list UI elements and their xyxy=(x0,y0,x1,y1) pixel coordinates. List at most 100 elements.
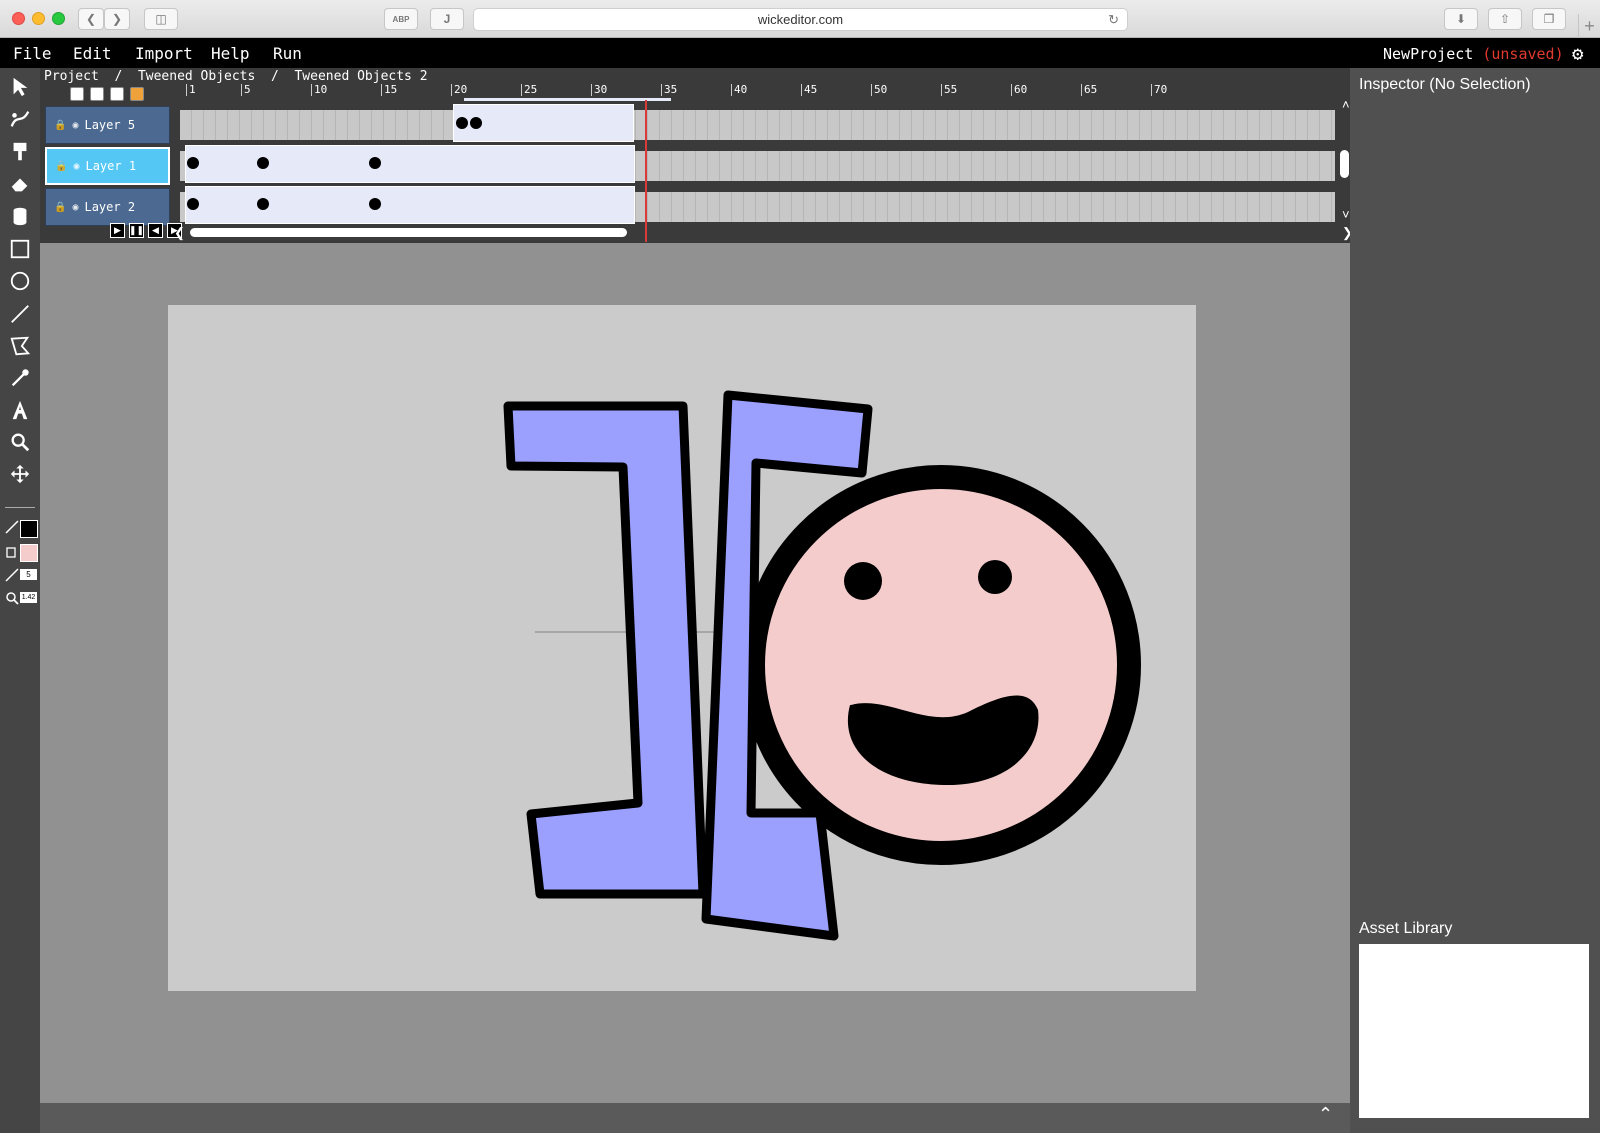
menu-help[interactable]: Help xyxy=(211,44,250,63)
move-icon xyxy=(10,464,30,484)
keyframe[interactable] xyxy=(257,198,269,210)
breadcrumb-tweened-objects-2[interactable]: Tweened Objects 2 xyxy=(294,69,427,84)
tween-frame[interactable] xyxy=(185,145,635,183)
first-frame-button[interactable]: ◀ xyxy=(148,223,163,238)
eye-slash-icon[interactable]: ◉ xyxy=(73,161,79,172)
keyframe[interactable] xyxy=(470,117,482,129)
new-tab-button[interactable]: + xyxy=(1578,14,1600,38)
minimize-window-button[interactable] xyxy=(32,12,45,25)
unsaved-indicator: (unsaved) xyxy=(1482,45,1564,63)
keyframe[interactable] xyxy=(187,198,199,210)
rectangle-tool[interactable] xyxy=(5,234,35,264)
select-tool[interactable] xyxy=(5,72,35,102)
keyframe[interactable] xyxy=(369,157,381,169)
frame-ruler[interactable]: 1 5 10 15 20 25 30 35 40 45 50 55 60 65 … xyxy=(180,84,1350,98)
left-bracket-shape[interactable] xyxy=(503,401,708,899)
chevron-right-icon: ❯ xyxy=(111,12,123,26)
circle-icon xyxy=(10,271,30,291)
play-button[interactable]: ▶ xyxy=(110,223,125,238)
menu-import[interactable]: Import xyxy=(135,44,193,63)
zoom-level-icon xyxy=(5,591,19,605)
delete-layer-icon[interactable] xyxy=(90,87,104,101)
smiley-face-shape[interactable] xyxy=(741,465,1141,865)
project-canvas[interactable] xyxy=(168,305,1196,991)
skip-back-icon: ◀ xyxy=(152,225,159,235)
zoom-window-button[interactable] xyxy=(52,12,65,25)
close-window-button[interactable] xyxy=(12,12,25,25)
timeline-zoom-icon[interactable] xyxy=(130,87,144,101)
stage-area[interactable] xyxy=(40,243,1350,1103)
eye-slash-icon[interactable]: ◉ xyxy=(72,120,78,131)
keyframe[interactable] xyxy=(456,117,468,129)
tween-frame[interactable] xyxy=(185,186,635,224)
layer-controls xyxy=(70,87,144,101)
extension-button[interactable]: J xyxy=(430,8,464,30)
fill-tool[interactable] xyxy=(5,201,35,231)
frames-track-layer-5[interactable] xyxy=(180,110,1335,140)
address-bar[interactable]: wickeditor.com ↻ xyxy=(473,8,1128,31)
pause-button[interactable]: ❚❚ xyxy=(129,223,144,238)
eye-slash-icon[interactable]: ◉ xyxy=(72,202,78,213)
pause-icon: ❚❚ xyxy=(128,225,145,235)
zoom-tool[interactable] xyxy=(5,427,35,457)
lock-icon[interactable]: 🔒 xyxy=(54,202,66,213)
downloads-button[interactable]: ⬇ xyxy=(1444,8,1478,30)
keyframe[interactable] xyxy=(369,198,381,210)
reload-icon[interactable]: ↻ xyxy=(1108,12,1119,28)
text-tool[interactable] xyxy=(5,395,35,425)
timeline-vertical-scrollbar[interactable] xyxy=(1340,150,1349,178)
scrollbar-thumb[interactable] xyxy=(190,228,627,237)
menu-run[interactable]: Run xyxy=(273,44,302,63)
stroke-width-field[interactable]: 5 xyxy=(20,569,37,580)
layer-row-layer-1[interactable]: 🔒 ◉ Layer 1 xyxy=(45,147,170,185)
magnifier-icon xyxy=(11,433,30,452)
forward-button[interactable]: ❯ xyxy=(104,8,130,30)
tabs-button[interactable]: ❐ xyxy=(1532,8,1566,30)
asset-library-list[interactable] xyxy=(1359,944,1589,1118)
ellipse-tool[interactable] xyxy=(5,266,35,296)
layer-row-layer-5[interactable]: 🔒 ◉ Layer 5 xyxy=(45,106,170,144)
breadcrumb-tweened-objects[interactable]: Tweened Objects xyxy=(138,69,255,84)
chevron-up-icon[interactable]: ⌃ xyxy=(1318,1104,1333,1125)
path-tool[interactable] xyxy=(5,104,35,134)
eyedropper-tool[interactable] xyxy=(5,363,35,393)
keyframe[interactable] xyxy=(187,157,199,169)
line-tool[interactable] xyxy=(5,299,35,329)
stroke-width-icon xyxy=(5,568,19,582)
onion-skin-icon[interactable] xyxy=(110,87,124,101)
layer-name: Layer 1 xyxy=(85,159,137,173)
polygon-tool[interactable] xyxy=(5,331,35,361)
timeline-horizontal-scrollbar[interactable]: ❮ ❯ xyxy=(174,226,1353,240)
menu-edit[interactable]: Edit xyxy=(73,44,112,63)
url-text: wickeditor.com xyxy=(757,12,844,27)
layer-row-layer-2[interactable]: 🔒 ◉ Layer 2 xyxy=(45,188,170,226)
add-layer-icon[interactable] xyxy=(70,87,84,101)
stroke-color-swatch[interactable] xyxy=(20,520,38,538)
gear-icon[interactable]: ⚙ xyxy=(1572,43,1583,65)
scroll-up-icon[interactable]: ˄ xyxy=(1342,98,1350,112)
stroke-icon xyxy=(5,520,19,534)
menu-file[interactable]: File xyxy=(13,44,52,63)
fill-color-swatch[interactable] xyxy=(20,544,38,562)
playhead[interactable] xyxy=(645,100,647,242)
back-button[interactable]: ❮ xyxy=(78,8,104,30)
breadcrumb: Project / Tweened Objects / Tweened Obje… xyxy=(44,69,428,84)
browser-chrome: ❮ ❯ ◫ ABP J wickeditor.com ↻ ⬇ ⇧ ❐ + xyxy=(0,0,1600,38)
sidebar-toggle-button[interactable]: ◫ xyxy=(144,8,178,30)
chevron-left-icon: ❮ xyxy=(85,12,97,26)
polygon-icon xyxy=(10,336,31,356)
eraser-tool[interactable] xyxy=(5,169,35,199)
pan-tool[interactable] xyxy=(5,459,35,489)
scroll-down-icon[interactable]: ˅ xyxy=(1342,208,1350,222)
scroll-left-icon[interactable]: ❮ xyxy=(174,226,185,240)
layer-name: Layer 5 xyxy=(84,118,136,132)
breadcrumb-project[interactable]: Project xyxy=(44,69,99,84)
brush-tool[interactable] xyxy=(5,137,35,167)
zoom-level-field[interactable]: 1.42 xyxy=(20,592,37,603)
line-icon xyxy=(11,305,29,323)
adblock-button[interactable]: ABP xyxy=(384,8,418,30)
lock-icon[interactable]: 🔒 xyxy=(55,161,67,172)
share-button[interactable]: ⇧ xyxy=(1488,8,1522,30)
keyframe[interactable] xyxy=(257,157,269,169)
lock-icon[interactable]: 🔒 xyxy=(54,120,66,131)
